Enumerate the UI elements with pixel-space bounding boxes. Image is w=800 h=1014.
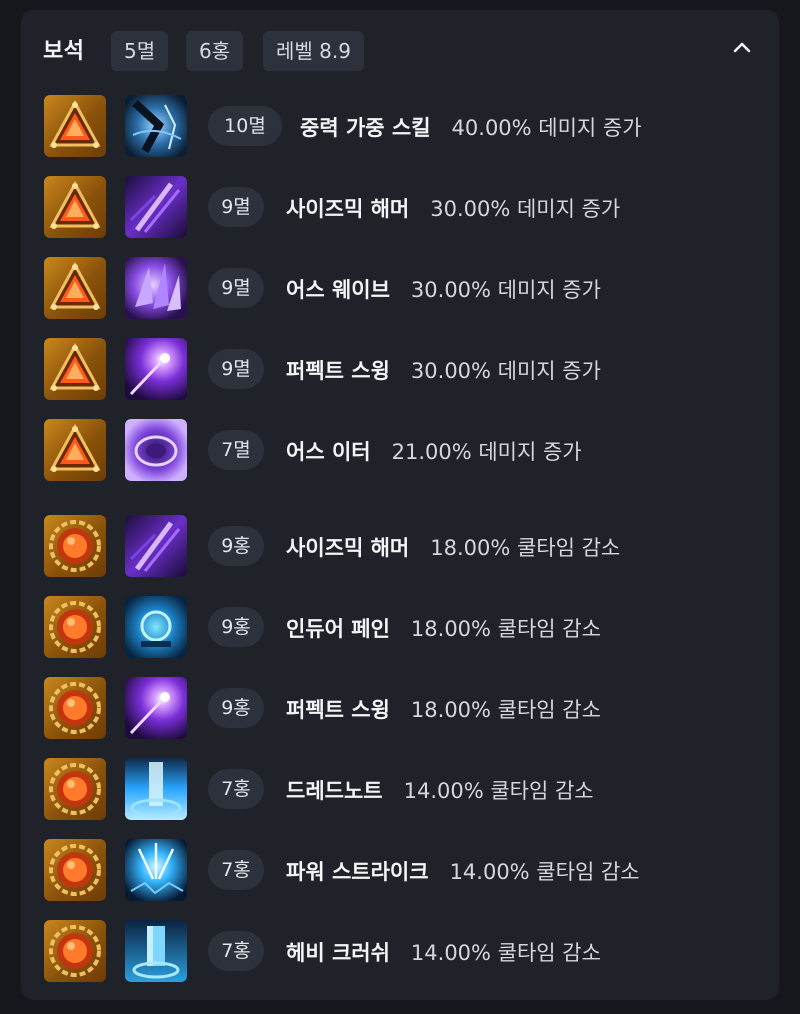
skill-name: 어스 이터 [286,440,371,464]
gem-row[interactable]: 9홍 퍼펙트 스윙 18.00% 쿨타임 감소 [21,677,779,739]
gem-row[interactable]: 9멸 사이즈믹 해머 30.00% 데미지 증가 [21,176,779,238]
gem-row[interactable]: 7멸 어스 이터 21.00% 데미지 증가 [21,419,779,481]
skill-name: 헤비 크러쉬 [286,941,390,965]
gems-panel: 보석 5멸 6홍 레벨 8.9 10멸 중력 가중 스킬 40.00% 데미지 증가… [21,10,779,1000]
skill-name: 퍼펙트 스윙 [286,698,390,722]
damage-gem-icon [44,338,106,400]
skill-name: 중력 가중 스킬 [300,116,431,140]
gem-level-badge: 9멸 [208,187,264,227]
gem-level-badge: 7홍 [208,769,264,809]
gem-effect: 30.00% 데미지 증가 [430,197,621,221]
gem-row[interactable]: 7홍 헤비 크러쉬 14.00% 쿨타임 감소 [21,920,779,982]
skill-name: 인듀어 페인 [286,617,390,641]
gravity-skill-icon [125,95,187,157]
damage-gem-icon [44,176,106,238]
skill-name: 파워 스트라이크 [286,860,429,884]
gem-row[interactable]: 7홍 드레드노트 14.00% 쿨타임 감소 [21,758,779,820]
gem-row[interactable]: 9홍 사이즈믹 해머 18.00% 쿨타임 감소 [21,515,779,577]
gem-level-badge: 10멸 [208,106,282,146]
gem-level-badge: 7홍 [208,931,264,971]
heavy-crush-icon [125,920,187,982]
skill-name: 사이즈믹 해머 [286,197,410,221]
gem-row[interactable]: 7홍 파워 스트라이크 14.00% 쿨타임 감소 [21,839,779,901]
cooldown-gem-icon [44,596,106,658]
section-title: 보석 [43,39,85,64]
gem-effect: 14.00% 쿨타임 감소 [403,779,594,803]
gem-effect: 18.00% 쿨타임 감소 [410,698,601,722]
damage-gem-icon [44,257,106,319]
collapse-button[interactable] [727,32,757,62]
gem-effect: 18.00% 쿨타임 감소 [430,536,621,560]
earth-wave-icon [125,257,187,319]
cooldown-gem-icon [44,515,106,577]
seismic-hammer-icon [125,515,187,577]
gem-effect: 21.00% 데미지 증가 [391,440,582,464]
gem-row[interactable]: 10멸 중력 가중 스킬 40.00% 데미지 증가 [21,95,779,157]
gem-level-badge: 9홍 [208,688,264,728]
skill-name: 어스 웨이브 [286,278,390,302]
skill-name: 사이즈믹 해머 [286,536,410,560]
skill-name: 퍼펙트 스윙 [286,359,390,383]
cooldown-gem-icon [44,758,106,820]
gems-header[interactable]: 보석 5멸 6홍 레벨 8.9 [21,10,779,82]
damage-gem-icon [44,95,106,157]
average-level-chip: 레벨 8.9 [263,31,364,71]
dreadnought-icon [125,758,187,820]
power-strike-icon [125,839,187,901]
earth-eater-icon [125,419,187,481]
gem-effect: 18.00% 쿨타임 감소 [410,617,601,641]
perfect-swing-icon [125,338,187,400]
gem-level-badge: 7멸 [208,430,264,470]
seismic-hammer-icon [125,176,187,238]
gem-level-badge: 9멸 [208,349,264,389]
chevron-up-icon [733,42,751,53]
cooldown-gem-icon [44,920,106,982]
damage-gem-count-chip: 5멸 [111,31,169,71]
skill-name: 드레드노트 [286,779,383,803]
damage-gem-icon [44,419,106,481]
endure-pain-icon [125,596,187,658]
gem-effect: 14.00% 쿨타임 감소 [449,860,640,884]
gem-level-badge: 9멸 [208,268,264,308]
gem-effect: 40.00% 데미지 증가 [451,116,642,140]
gem-effect: 30.00% 데미지 증가 [410,359,601,383]
gem-level-badge: 9홍 [208,607,264,647]
cooldown-gem-icon [44,677,106,739]
perfect-swing-icon [125,677,187,739]
gem-row[interactable]: 9멸 퍼펙트 스윙 30.00% 데미지 증가 [21,338,779,400]
gem-row[interactable]: 9홍 인듀어 페인 18.00% 쿨타임 감소 [21,596,779,658]
gem-effect: 30.00% 데미지 증가 [410,278,601,302]
gem-level-badge: 7홍 [208,850,264,890]
gem-level-badge: 9홍 [208,526,264,566]
gem-effect: 14.00% 쿨타임 감소 [410,941,601,965]
gem-row[interactable]: 9멸 어스 웨이브 30.00% 데미지 증가 [21,257,779,319]
cooldown-gem-icon [44,839,106,901]
cooldown-gem-count-chip: 6홍 [186,31,244,71]
